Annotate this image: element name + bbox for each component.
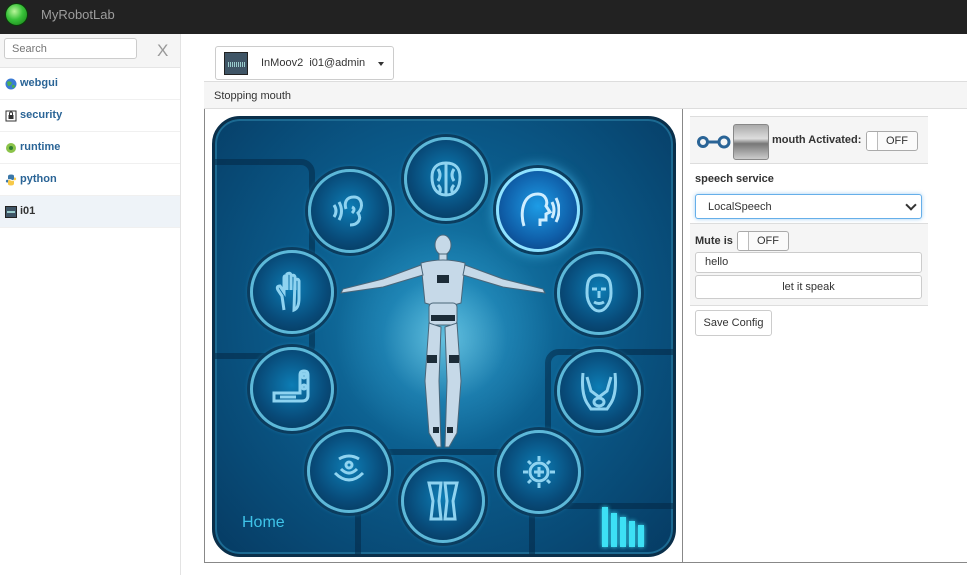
toggle-state: OFF [757,235,779,247]
sidebar-search: X [0,34,180,68]
torso-face-icon [581,372,617,411]
sidebar-item-python[interactable]: python [0,164,180,196]
robot-figure [340,234,546,448]
link-toggle-icon[interactable] [696,135,732,149]
speak-text-input[interactable]: hello [695,252,922,273]
sidebar-item-label: i01 [20,205,36,217]
signal-bars-icon [600,503,648,547]
globe-icon [5,78,17,90]
home-link[interactable]: Home [242,514,285,532]
inmoov-thumbnail-icon [224,52,248,75]
caret-down-icon [378,62,384,66]
inmoov-icon [5,206,17,218]
sidebar-item-i01[interactable]: i01 [0,196,180,228]
python-icon [5,174,17,186]
status-message: Stopping mouth [214,90,292,102]
sidebar-item-label: python [20,173,57,185]
mute-section: Mute is OFF hello let it speak [690,224,928,306]
mouth-activation-section: mouth Activated: OFF [690,116,928,164]
head-button[interactable] [557,251,641,335]
service-id: i01@admin [309,57,366,69]
hand-icon [275,271,301,313]
face-icon [585,273,613,313]
app-title[interactable]: MyRobotLab [41,7,115,22]
runtime-icon [6,143,16,153]
torso-button[interactable] [307,429,391,513]
speech-service-label: speech service [695,173,774,185]
legs-icon [427,481,459,521]
mute-toggle[interactable]: OFF [737,231,789,251]
sidebar-item-label: webgui [20,77,58,89]
leg-button[interactable] [401,459,485,543]
top-navbar: MyRobotLab [0,0,967,34]
service-selector-dropdown[interactable]: InMoov2 i01@admin [215,46,394,80]
mouth-activated-label: mouth Activated: [772,134,862,146]
inmoov-control-panel: Home [212,116,676,557]
save-config-button[interactable]: Save Config [695,310,772,336]
speech-head-icon [520,192,560,227]
sidebar-item-label: security [20,109,63,121]
speech-button[interactable] [496,168,580,252]
sidebar-item-webgui[interactable]: webgui [0,68,180,100]
status-bar: Stopping mouth [204,81,967,109]
gear-icon [523,456,555,488]
arm-button[interactable] [250,347,334,431]
hand-button[interactable] [250,250,334,334]
service-type: InMoov2 [261,57,304,69]
sidebar: X webgui security runtime python i01 [0,34,181,575]
sensor-wave-icon [333,454,365,482]
mouth-config-panel: mouth Activated: OFF speech service Loca… [690,116,928,336]
arm-icon [272,369,310,403]
brain-button[interactable] [404,137,488,221]
speech-service-section: speech service LocalSpeech [690,164,928,224]
mouth-thumbnail [733,124,769,160]
settings-button[interactable] [497,430,581,514]
mute-label: Mute is [695,235,733,247]
chevron-down-icon [905,199,917,211]
sidebar-item-security[interactable]: security [0,100,180,132]
speech-service-value: LocalSpeech [708,201,772,213]
mouth-activated-toggle[interactable]: OFF [866,131,918,151]
ear-icon [332,195,363,227]
clear-search-button[interactable]: X [157,41,168,61]
speech-service-select[interactable]: LocalSpeech [695,194,922,219]
sidebar-item-runtime[interactable]: runtime [0,132,180,164]
panel-divider [682,109,683,563]
lock-icon [5,110,17,122]
brain-icon [430,161,462,197]
search-input[interactable] [4,38,137,59]
neck-button[interactable] [557,349,641,433]
let-it-speak-button[interactable]: let it speak [695,275,922,299]
toggle-state: OFF [886,135,908,147]
sidebar-item-label: runtime [20,141,61,153]
myrobotlab-logo-icon[interactable] [5,3,28,26]
ear-button[interactable] [308,169,392,253]
